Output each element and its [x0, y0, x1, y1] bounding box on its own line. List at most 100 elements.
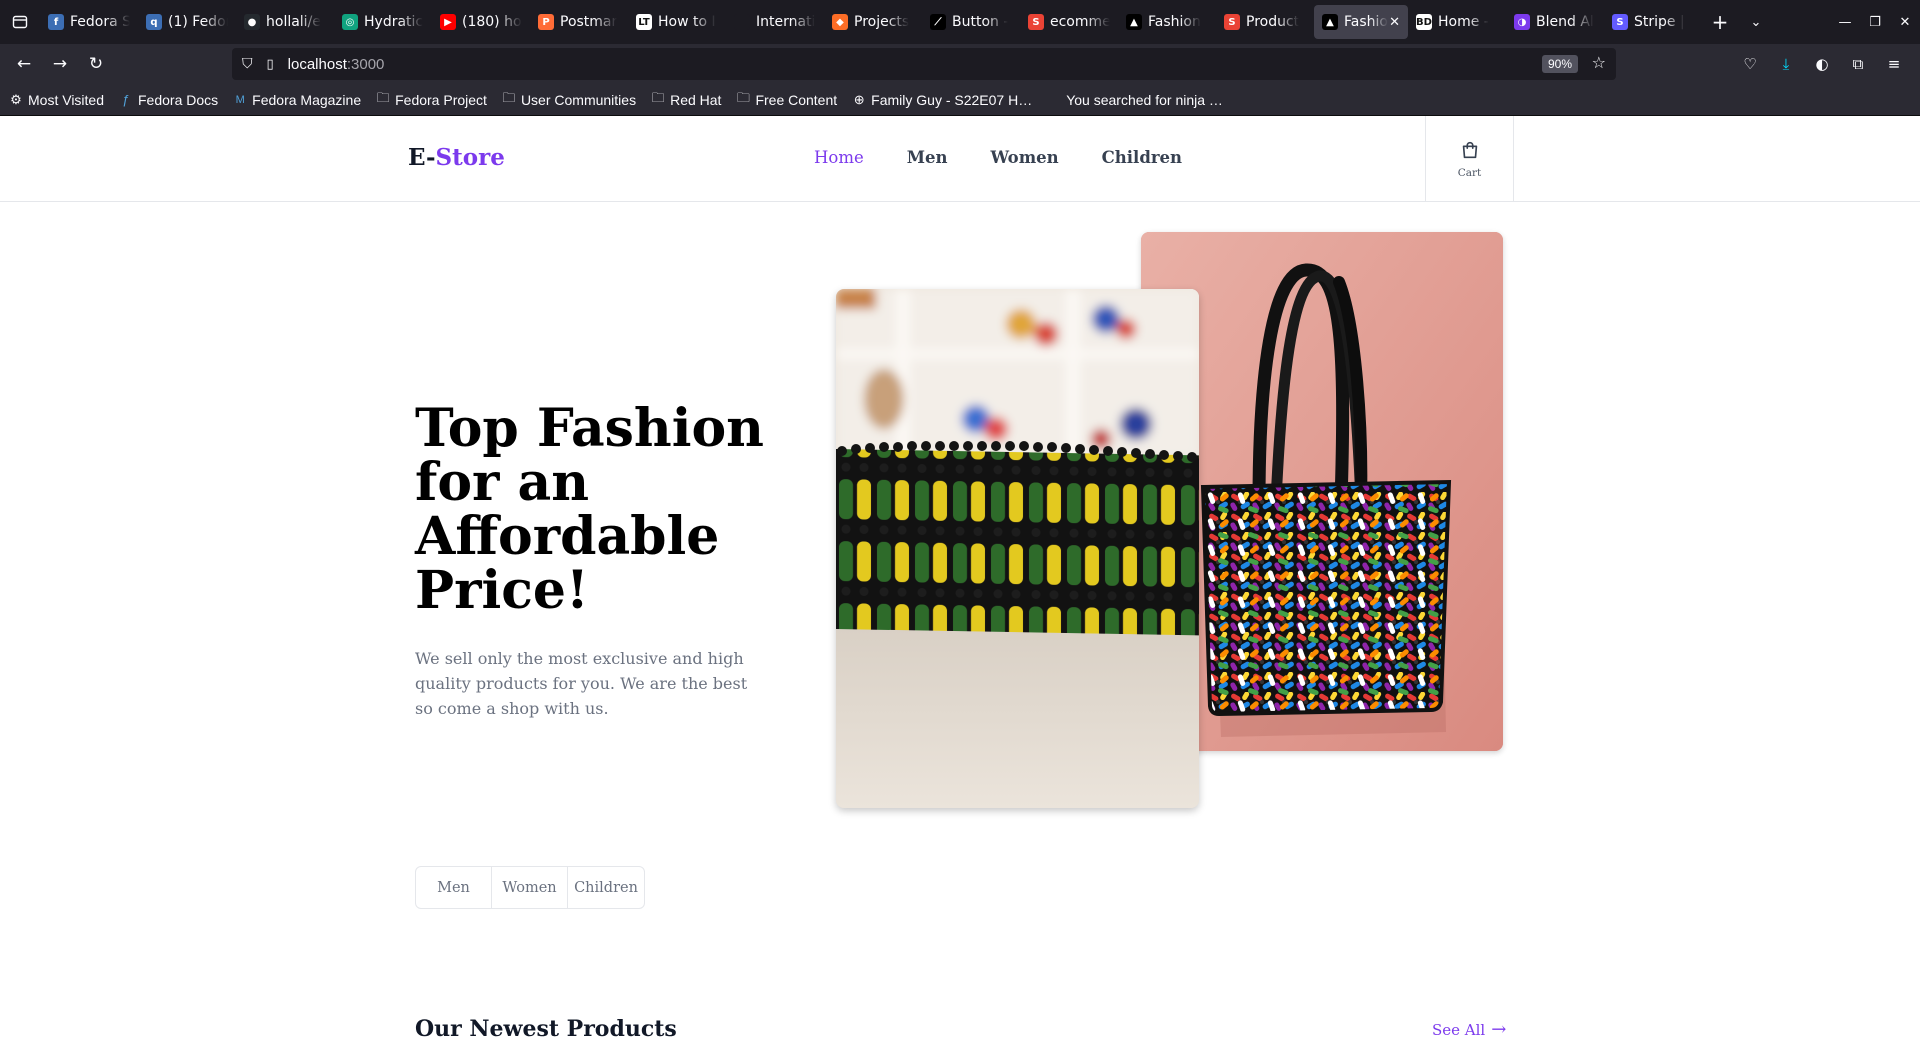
- category-tab-men[interactable]: Men: [416, 867, 492, 908]
- gear-icon: ⚙: [10, 91, 22, 107]
- tab-favicon-icon: S: [1224, 14, 1240, 30]
- folder-icon: 🗀: [502, 89, 516, 105]
- bookmark-label: Fedora Project: [395, 91, 487, 108]
- fedora-icon: ƒ: [122, 92, 130, 107]
- browser-tab[interactable]: BD Home -: [1408, 5, 1506, 39]
- hero-subtitle: We sell only the most exclusive and high…: [415, 649, 748, 718]
- back-button[interactable]: ←: [6, 48, 42, 80]
- nav-link-women[interactable]: Women: [991, 148, 1059, 167]
- menu-icon[interactable]: ≡: [1876, 48, 1912, 80]
- url-host: localhost: [287, 55, 347, 73]
- tab-favicon-icon: BD: [1416, 14, 1432, 30]
- browser-tab[interactable]: ◑ Blend Al: [1506, 5, 1604, 39]
- tab-favicon-icon: P: [538, 14, 554, 30]
- page-info-icon[interactable]: ▯: [267, 57, 274, 72]
- bookmark-item[interactable]: ƒ Fedora Docs: [118, 92, 218, 108]
- bookmark-item[interactable]: 🗀 User Communities: [501, 89, 636, 111]
- zoom-indicator[interactable]: 90%: [1541, 55, 1578, 73]
- browser-tab[interactable]: ⟋ Button -: [922, 5, 1020, 39]
- forward-button[interactable]: →: [42, 48, 78, 80]
- close-tab-icon[interactable]: ✕: [1389, 15, 1400, 30]
- bookmark-label: Free Content: [755, 91, 838, 108]
- url-text[interactable]: localhost:3000: [288, 56, 385, 73]
- bookmark-item[interactable]: ⚙ Most Visited: [8, 92, 104, 108]
- tab-title: Home -: [1438, 14, 1489, 30]
- nav-link-children[interactable]: Children: [1102, 148, 1182, 167]
- window-controls: — ❐ ✕: [1830, 0, 1920, 44]
- downloads-icon[interactable]: ⤓: [1768, 48, 1804, 80]
- restore-icon[interactable]: ❐: [1860, 15, 1890, 30]
- tab-title: (1) Fedor: [168, 14, 228, 30]
- browser-tab[interactable]: ◎ Hydratic: [334, 5, 432, 39]
- bookmark-item[interactable]: 🗀 Fedora Project: [375, 89, 487, 111]
- tab-title: Fedora S: [70, 14, 130, 30]
- tracking-shield-icon[interactable]: ⛉: [242, 56, 253, 72]
- tab-title: Internati: [756, 14, 816, 30]
- browser-tab[interactable]: ◆ Projects: [824, 5, 922, 39]
- browser-tab[interactable]: f Fedora S: [40, 5, 138, 39]
- toolbar-right-buttons: ♡ ⤓ ◐ ⧉ ≡: [1732, 48, 1912, 80]
- tab-favicon-icon: q: [146, 14, 162, 30]
- browser-tab[interactable]: P Postmar: [530, 5, 628, 39]
- forward-arrow-icon: →: [52, 54, 68, 74]
- newest-products-heading: Our Newest Products: [415, 1016, 677, 1042]
- bookmark-item[interactable]: You searched for ninja …: [1046, 92, 1223, 108]
- tab-favicon-icon: [734, 14, 750, 30]
- extensions-icon[interactable]: ⧉: [1840, 48, 1876, 80]
- address-bar[interactable]: ⛉ ▯ localhost:3000 90% ☆: [232, 48, 1616, 80]
- pocket-icon[interactable]: ♡: [1732, 48, 1768, 80]
- category-tab-children[interactable]: Children: [568, 867, 644, 908]
- browser-tab[interactable]: S Stripe |: [1604, 5, 1702, 39]
- hero-title: Top Fashion for an Affordable Price!: [415, 398, 764, 621]
- tab-active[interactable]: ▲ Fashio ✕: [1314, 5, 1408, 39]
- bookmark-label: Fedora Docs: [138, 91, 219, 108]
- tab-favicon-icon: ▶: [440, 14, 456, 30]
- browser-tab[interactable]: q (1) Fedor: [138, 5, 236, 39]
- tab-title: (180) ho: [462, 14, 522, 30]
- site-logo[interactable]: E-Store: [408, 144, 505, 171]
- hero-image-beaded-bag-closeup: [836, 289, 1199, 808]
- nav-link-home[interactable]: Home: [814, 148, 864, 167]
- reload-button[interactable]: ↻: [78, 48, 114, 80]
- tab-favicon-icon: ⟋: [930, 14, 946, 30]
- browser-tab[interactable]: ▶ (180) ho: [432, 5, 530, 39]
- firefox-view-icon: [12, 15, 28, 29]
- account-icon[interactable]: ◐: [1804, 48, 1840, 80]
- logo-accent: Store: [435, 144, 505, 171]
- bookmark-label: User Communities: [520, 91, 637, 108]
- bookmark-item[interactable]: 🗀 Free Content: [735, 89, 837, 111]
- bookmark-item[interactable]: ⊕ Family Guy - S22E07 H…: [851, 91, 1033, 108]
- browser-tab[interactable]: ● hollali/e: [236, 5, 334, 39]
- nav-link-men[interactable]: Men: [907, 148, 948, 167]
- tab-title: hollali/e: [266, 14, 321, 30]
- browser-tab[interactable]: LT How to I: [628, 5, 726, 39]
- tab-favicon-icon: LT: [636, 14, 652, 30]
- see-all-label: See All: [1432, 1020, 1486, 1039]
- bookmark-item[interactable]: 🗀 Red Hat: [650, 89, 722, 111]
- tab-favicon-icon: S: [1028, 14, 1044, 30]
- bookmarks-toolbar: ⚙ Most Visited ƒ Fedora Docs M Fedora Magazin…: [0, 84, 1920, 116]
- tab-favicon-icon: ◆: [832, 14, 848, 30]
- tab-title: Hydratic: [364, 14, 424, 30]
- bookmark-label: Family Guy - S22E07 H…: [871, 91, 1033, 108]
- browser-tab[interactable]: Secomme: [1020, 5, 1118, 39]
- tab-title: Button -: [952, 14, 1009, 30]
- cart-button[interactable]: Cart: [1425, 116, 1514, 201]
- browser-tab[interactable]: ▲ Fashion: [1118, 5, 1216, 39]
- category-tab-women[interactable]: Women: [492, 867, 568, 908]
- shopping-bag-icon: [1462, 141, 1477, 158]
- browser-tab[interactable]: Internati: [726, 5, 824, 39]
- list-all-tabs-button[interactable]: ⌄: [1738, 15, 1774, 30]
- browser-tab-strip: f Fedora S q (1) Fedor ● hollali/e ◎ Hydratic ▶ (…: [0, 0, 1920, 44]
- bookmark-item[interactable]: M Fedora Magazine: [232, 92, 362, 108]
- main-nav: Home Men Women Children: [814, 148, 1225, 167]
- tab-favicon-icon: ●: [244, 14, 260, 30]
- close-window-icon[interactable]: ✕: [1890, 15, 1920, 30]
- minimize-icon[interactable]: —: [1830, 15, 1860, 30]
- bookmark-star-icon[interactable]: ☆: [1592, 53, 1606, 72]
- logo-prefix: E-: [408, 144, 436, 171]
- new-tab-button[interactable]: +: [1702, 10, 1738, 34]
- browser-tab[interactable]: S Product: [1216, 5, 1314, 39]
- firefox-view-button[interactable]: [0, 0, 40, 44]
- see-all-link[interactable]: See All →: [1432, 1019, 1506, 1040]
